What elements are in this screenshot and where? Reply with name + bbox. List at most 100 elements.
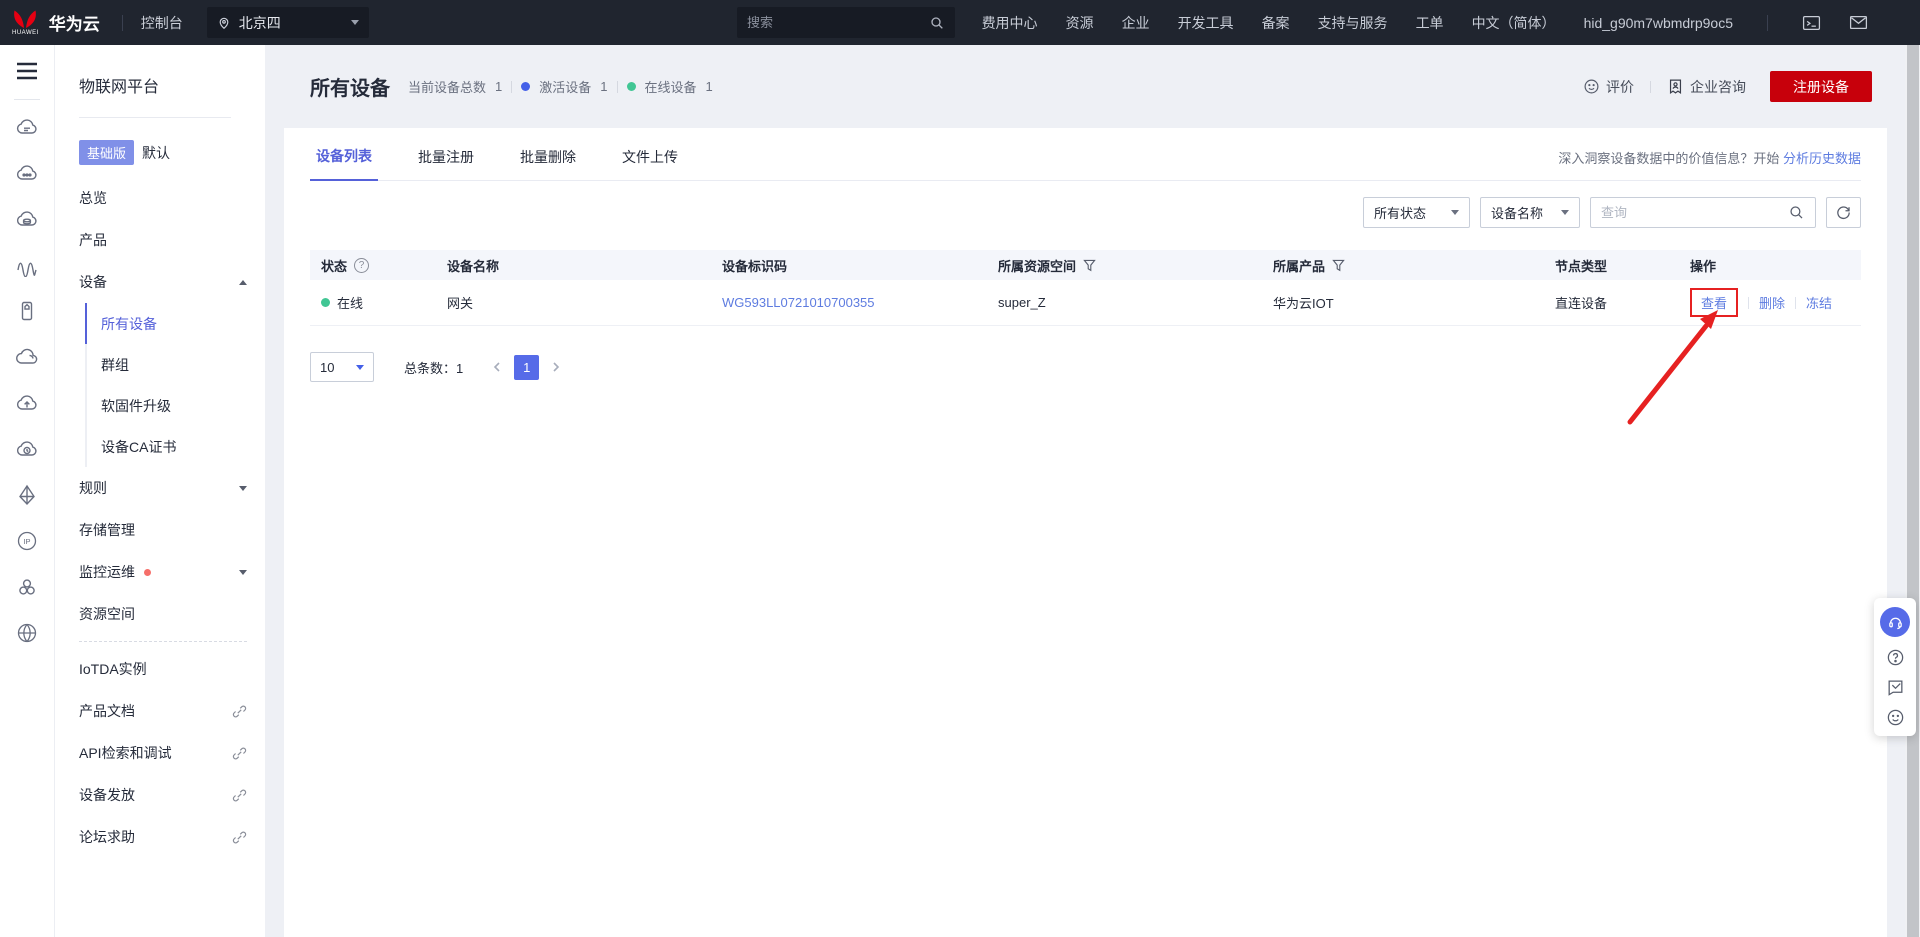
tab-batch-register[interactable]: 批量注册 bbox=[412, 147, 480, 180]
sidebar-item-groups[interactable]: 群组 bbox=[85, 344, 265, 385]
analyze-history-link[interactable]: 分析历史数据 bbox=[1783, 151, 1861, 166]
rate-button[interactable]: 评价 bbox=[1583, 77, 1634, 97]
page-number-button[interactable]: 1 bbox=[514, 354, 540, 380]
search-icon[interactable] bbox=[929, 15, 945, 31]
scrollbar-thumb[interactable] bbox=[1907, 45, 1919, 937]
account-name[interactable]: hid_g90m7wbmdrp9oc5 bbox=[1584, 15, 1733, 31]
sidebar-item-forum[interactable]: 论坛求助 bbox=[55, 816, 265, 858]
sidebar-item-device[interactable]: 设备 bbox=[55, 261, 265, 303]
topbar-divider bbox=[121, 14, 123, 31]
headset-icon bbox=[1888, 617, 1902, 629]
huawei-logo[interactable]: HUAWEI bbox=[12, 9, 39, 36]
filter-funnel-icon[interactable] bbox=[1083, 259, 1096, 272]
tab-batch-delete[interactable]: 批量删除 bbox=[514, 147, 582, 180]
search-icon[interactable] bbox=[1788, 204, 1805, 221]
page-size-select[interactable]: 10 bbox=[310, 352, 374, 382]
support-headset-button[interactable] bbox=[1880, 607, 1910, 637]
online-status-icon bbox=[321, 298, 330, 307]
stat-total-value: 1 bbox=[495, 79, 503, 94]
cloud-server-icon[interactable] bbox=[15, 115, 39, 139]
sidebar-item-storage[interactable]: 存储管理 bbox=[55, 509, 265, 551]
satisfaction-button[interactable] bbox=[1886, 708, 1905, 727]
beacon-icon[interactable] bbox=[15, 483, 39, 507]
sidebar-item-iotda[interactable]: IoTDA实例 bbox=[55, 648, 265, 690]
menu-enterprise[interactable]: 企业 bbox=[1122, 13, 1150, 33]
help-circle-button[interactable] bbox=[1886, 648, 1905, 667]
menu-icp[interactable]: 备案 bbox=[1262, 13, 1290, 33]
sidebar-item-monitor[interactable]: 监控运维 bbox=[55, 551, 265, 593]
sidebar-item-resource-space[interactable]: 资源空间 bbox=[55, 593, 265, 635]
feedback-button[interactable] bbox=[1886, 678, 1905, 697]
menu-ticket[interactable]: 工单 bbox=[1416, 13, 1444, 33]
stat-divider bbox=[616, 80, 618, 93]
col-product: 所属产品 bbox=[1273, 258, 1326, 274]
view-action-link[interactable]: 查看 bbox=[1701, 296, 1727, 311]
tab-device-list[interactable]: 设备列表 bbox=[310, 146, 378, 181]
enterprise-consult-button[interactable]: 企业咨询 bbox=[1667, 77, 1746, 97]
globe-icon[interactable] bbox=[15, 621, 39, 645]
mail-icon[interactable] bbox=[1849, 15, 1868, 30]
edition-badge[interactable]: 基础版 bbox=[79, 140, 135, 165]
menu-billing[interactable]: 费用中心 bbox=[982, 13, 1038, 33]
sidebar-item-all-devices[interactable]: 所有设备 bbox=[85, 303, 265, 344]
sidebar-item-provisioning[interactable]: 设备发放 bbox=[55, 774, 265, 816]
sidebar-title: 物联网平台 bbox=[79, 79, 160, 96]
stat-divider bbox=[511, 80, 513, 93]
waves-icon[interactable] bbox=[15, 253, 39, 277]
sidebar-item-product[interactable]: 产品 bbox=[55, 219, 265, 261]
device-icon[interactable] bbox=[15, 299, 39, 323]
field-filter-select[interactable]: 设备名称 bbox=[1480, 197, 1580, 228]
topbar-menu: 费用中心 资源 企业 开发工具 备案 支持与服务 工单 中文（简体） hid_g… bbox=[982, 13, 1920, 33]
cloud-database-icon[interactable] bbox=[15, 207, 39, 231]
freeze-action-link[interactable]: 冻结 bbox=[1806, 293, 1832, 312]
region-selector[interactable]: 北京四 bbox=[206, 7, 369, 38]
filter-funnel-icon[interactable] bbox=[1332, 259, 1345, 272]
page-header: 所有设备 当前设备总数 1 激活设备 1 在线设备 1 评价 企业咨询 注册设备 bbox=[265, 45, 1920, 128]
help-icon[interactable]: ? bbox=[354, 257, 370, 273]
row-product: 华为云IOT bbox=[1273, 296, 1334, 311]
query-search-box[interactable] bbox=[1590, 197, 1816, 228]
hamburger-menu-icon[interactable] bbox=[15, 61, 39, 86]
status-filter-select[interactable]: 所有状态 bbox=[1363, 197, 1470, 228]
refresh-button[interactable] bbox=[1826, 197, 1861, 228]
cluster-icon[interactable] bbox=[15, 575, 39, 599]
smiley-icon bbox=[1887, 709, 1903, 726]
cloud-more-icon[interactable] bbox=[15, 161, 39, 185]
language-selector[interactable]: 中文（简体） bbox=[1472, 13, 1556, 33]
query-input[interactable] bbox=[1601, 205, 1788, 220]
cloud-icon[interactable] bbox=[15, 345, 39, 369]
huawei-flower-icon bbox=[14, 10, 37, 28]
tab-file-upload[interactable]: 文件上传 bbox=[616, 147, 684, 180]
row-device-code-link[interactable]: WG593LL0721010700355 bbox=[722, 295, 875, 310]
sidebar-item-ca-cert[interactable]: 设备CA证书 bbox=[85, 426, 265, 467]
prev-page-button[interactable] bbox=[491, 361, 503, 373]
ip-icon[interactable]: IP bbox=[15, 529, 39, 553]
col-node-type: 节点类型 bbox=[1555, 258, 1608, 274]
cloud-clock-icon[interactable] bbox=[15, 437, 39, 461]
chevron-down-icon bbox=[239, 569, 247, 575]
delete-action-link[interactable]: 删除 bbox=[1759, 293, 1785, 312]
sidebar-menu-lower: 规则 存储管理 监控运维 资源空间 bbox=[55, 467, 265, 635]
sidebar-item-api-debug[interactable]: API检索和调试 bbox=[55, 732, 265, 774]
col-code: 设备标识码 bbox=[722, 258, 788, 274]
menu-support[interactable]: 支持与服务 bbox=[1318, 13, 1388, 33]
global-search[interactable] bbox=[737, 7, 955, 38]
cloud-upload-icon[interactable] bbox=[15, 391, 39, 415]
register-device-button[interactable]: 注册设备 bbox=[1770, 71, 1872, 102]
col-name: 设备名称 bbox=[447, 258, 500, 274]
console-link[interactable]: 控制台 bbox=[141, 13, 183, 33]
global-search-input[interactable] bbox=[747, 15, 929, 30]
sidebar-item-firmware[interactable]: 软固件升级 bbox=[85, 385, 265, 426]
vertical-scrollbar[interactable] bbox=[1905, 45, 1920, 937]
sidebar-device-submenu: 所有设备 群组 软固件升级 设备CA证书 bbox=[85, 303, 265, 467]
menu-devtools[interactable]: 开发工具 bbox=[1178, 13, 1234, 33]
cli-terminal-icon[interactable] bbox=[1802, 15, 1821, 31]
chevron-down-icon bbox=[239, 485, 247, 491]
menu-resources[interactable]: 资源 bbox=[1066, 13, 1094, 33]
next-page-button[interactable] bbox=[550, 361, 562, 373]
sidebar-item-rules[interactable]: 规则 bbox=[55, 467, 265, 509]
filter-bar: 所有状态 设备名称 bbox=[310, 197, 1861, 228]
brand-title[interactable]: 华为云 bbox=[49, 10, 100, 35]
sidebar-item-overview[interactable]: 总览 bbox=[55, 177, 265, 219]
sidebar-item-docs[interactable]: 产品文档 bbox=[55, 690, 265, 732]
